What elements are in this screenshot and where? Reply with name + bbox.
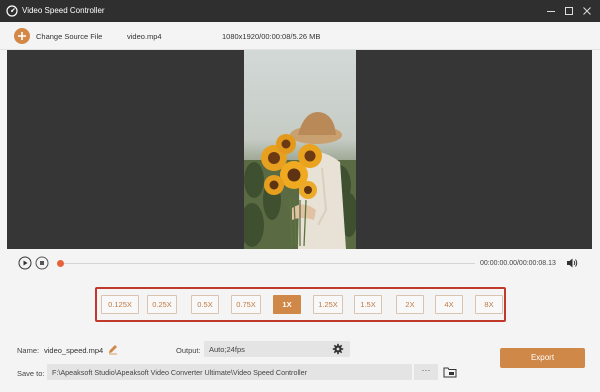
- export-button[interactable]: Export: [500, 348, 585, 368]
- timecode: 00:00:00.00/00:00:08.13: [480, 260, 556, 267]
- timeline-slider[interactable]: [57, 260, 475, 267]
- close-icon[interactable]: [580, 4, 594, 18]
- speed-option-0-25x[interactable]: 0.25X: [147, 295, 177, 314]
- output-name-value: video_speed.mp4: [44, 346, 104, 355]
- speed-option-1-25x[interactable]: 1.25X: [313, 295, 343, 314]
- save-to-label: Save to:: [17, 369, 45, 378]
- edit-icon[interactable]: [107, 343, 119, 355]
- browse-button[interactable]: ···: [414, 364, 438, 380]
- source-toolbar: Change Source File video.mp4 1080x1920/0…: [0, 22, 600, 50]
- file-info: 1080x1920/00:00:08/5.26 MB: [222, 32, 321, 41]
- save-path-field[interactable]: F:\Apeaksoft Studio\Apeaksoft Video Conv…: [47, 364, 412, 380]
- speed-option-0-125x[interactable]: 0.125X: [101, 295, 139, 314]
- output-format-field[interactable]: Auto;24fps: [204, 341, 350, 357]
- app-logo-icon: [6, 5, 18, 17]
- speed-options-panel: 0.125X 0.25X 0.5X 0.75X 1X 1.25X 1.5X 2X 4X 8X: [95, 287, 506, 322]
- speed-option-0-5x[interactable]: 0.5X: [191, 295, 219, 314]
- speed-option-8x[interactable]: 8X: [475, 295, 503, 314]
- speed-option-4x[interactable]: 4X: [435, 295, 463, 314]
- speed-options-row: 0.125X 0.25X 0.5X 0.75X 1X 1.25X 1.5X 2X 4X 8X: [97, 289, 504, 320]
- change-source-button[interactable]: Change Source File: [36, 32, 102, 41]
- plus-icon[interactable]: [14, 28, 30, 44]
- file-name: video.mp4: [127, 32, 162, 41]
- speed-option-1-5x[interactable]: 1.5X: [354, 295, 382, 314]
- output-format-value: Auto;24fps: [209, 345, 245, 354]
- speed-option-2x[interactable]: 2X: [396, 295, 424, 314]
- play-icon[interactable]: [18, 256, 32, 270]
- output-panel: Name: video_speed.mp4 Output: Auto;24fps…: [0, 332, 600, 392]
- volume-icon[interactable]: [566, 257, 578, 269]
- speed-option-1x[interactable]: 1X: [273, 295, 301, 314]
- window-title: Video Speed Controller: [22, 6, 105, 15]
- playback-controls: 00:00:00.00/00:00:08.13: [0, 249, 600, 279]
- stop-icon[interactable]: [35, 256, 49, 270]
- playhead[interactable]: [57, 260, 64, 267]
- maximize-icon[interactable]: [562, 4, 576, 18]
- video-frame-image: [244, 50, 356, 249]
- output-label: Output:: [176, 346, 201, 355]
- gear-icon[interactable]: [332, 343, 344, 355]
- save-path-value: F:\Apeaksoft Studio\Apeaksoft Video Conv…: [52, 368, 308, 377]
- video-preview: [7, 50, 592, 249]
- folder-icon[interactable]: [443, 366, 457, 378]
- minimize-icon[interactable]: [544, 4, 558, 18]
- name-label: Name:: [17, 346, 40, 355]
- app-window: Video Speed Controller Change Source Fil…: [0, 0, 600, 392]
- title-bar: Video Speed Controller: [0, 0, 600, 22]
- speed-option-0-75x[interactable]: 0.75X: [231, 295, 261, 314]
